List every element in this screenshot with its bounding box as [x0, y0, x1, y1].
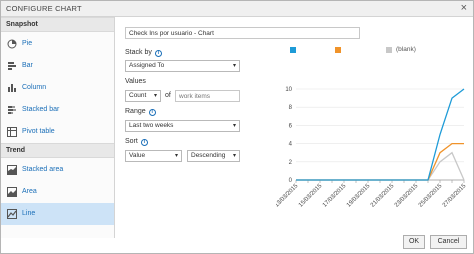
- sort-field-value: Value: [129, 152, 146, 159]
- legend-swatch: [290, 47, 296, 53]
- stack-by-select[interactable]: Assigned To ▾: [125, 60, 240, 72]
- sidebar-item-pivot-table[interactable]: Pivot table: [1, 121, 114, 143]
- y-tick-label: 8: [289, 105, 293, 111]
- y-tick-label: 0: [289, 178, 293, 184]
- line-chart-icon: [7, 209, 17, 219]
- sidebar-item-label: Pie: [22, 40, 33, 47]
- info-icon[interactable]: i: [140, 139, 148, 146]
- bar-chart-icon: [8, 62, 16, 70]
- sidebar-item-label: Area: [22, 188, 37, 195]
- sidebar-item-label: Line: [22, 210, 36, 217]
- x-tick-label: 21/03/2015: [370, 183, 396, 209]
- chart-config-panel: Stack byi Assigned To▾ Values Count▾ of …: [116, 17, 473, 238]
- chevron-down-icon: ▾: [174, 153, 178, 159]
- stack-by-label-text: Stack by: [125, 49, 152, 56]
- cancel-button[interactable]: Cancel: [430, 235, 467, 249]
- sidebar-item-stacked-bar[interactable]: Stacked bar: [1, 99, 114, 121]
- close-icon[interactable]: ×: [461, 2, 467, 14]
- sidebar-item-label: Column: [22, 84, 47, 91]
- column-chart-icon: [8, 84, 16, 92]
- dialog-title: CONFIGURE CHART: [6, 4, 82, 13]
- stack-by-value: Assigned To: [129, 62, 165, 69]
- values-aggregation-value: Count: [129, 92, 147, 99]
- chart-title-input[interactable]: [125, 27, 360, 39]
- chevron-down-icon: ▾: [232, 153, 236, 159]
- stacked-bar-icon: [8, 106, 16, 114]
- sidebar-item-area[interactable]: Area: [1, 181, 114, 203]
- sort-direction-select[interactable]: Descending ▾: [187, 150, 240, 162]
- pie-chart-icon: [7, 39, 17, 49]
- sidebar-item-label: Bar: [22, 62, 33, 69]
- values-label: Values: [125, 78, 146, 85]
- range-value: Last two weeks: [129, 122, 174, 129]
- x-tick-label: 19/03/2015: [346, 183, 372, 209]
- range-label-text: Range: [125, 108, 146, 115]
- legend-swatch: [335, 47, 341, 53]
- y-tick-label: 4: [289, 142, 293, 148]
- line-chart: 0 2 4 6 8 10 13/03/201515/03/201517/03/201519/…: [276, 87, 468, 209]
- x-tick-label: 23/03/2015: [394, 183, 420, 209]
- info-icon[interactable]: i: [148, 109, 156, 116]
- sidebar-item-pie[interactable]: Pie: [1, 33, 114, 55]
- sidebar-item-stacked-area[interactable]: Stacked area: [1, 159, 114, 181]
- y-tick-label: 6: [289, 123, 293, 129]
- sidebar-item-label: Pivot table: [22, 128, 55, 135]
- info-icon[interactable]: i: [154, 50, 162, 57]
- y-tick-label: 10: [285, 87, 292, 93]
- range-label: Range i: [125, 108, 156, 116]
- chevron-down-icon: ▾: [232, 123, 236, 129]
- sidebar-item-label: Stacked bar: [22, 106, 60, 113]
- sort-direction-value: Descending: [191, 152, 226, 159]
- chevron-down-icon: ▾: [232, 63, 236, 69]
- pivot-table-icon: [7, 127, 17, 137]
- x-tick-label: 25/03/2015: [418, 183, 444, 209]
- title-bar: CONFIGURE CHART ×: [1, 1, 473, 17]
- sidebar-item-column[interactable]: Column: [1, 77, 114, 99]
- values-field-input[interactable]: [175, 90, 240, 102]
- sort-field-select[interactable]: Value ▾: [125, 150, 182, 162]
- legend-label: (blank): [396, 46, 416, 53]
- x-tick-label: 17/03/2015: [322, 183, 348, 209]
- dialog-footer: OK Cancel: [1, 235, 473, 254]
- stacked-area-icon: [7, 165, 17, 175]
- x-tick-label: 15/03/2015: [298, 183, 324, 209]
- range-select[interactable]: Last two weeks ▾: [125, 120, 240, 132]
- x-tick-label: 27/03/2015: [442, 183, 468, 209]
- sidebar-item-line[interactable]: Line: [1, 203, 114, 225]
- sidebar-header-trend: Trend: [1, 143, 114, 158]
- stack-by-label: Stack by i: [125, 49, 162, 57]
- chart-type-sidebar: Snapshot Pie Bar Column Stacked bar Pivo…: [1, 17, 115, 238]
- sort-label: Sort i: [125, 138, 148, 146]
- sort-label-text: Sort: [125, 138, 138, 145]
- sidebar-item-bar[interactable]: Bar: [1, 55, 114, 77]
- ok-button[interactable]: OK: [403, 235, 425, 249]
- values-aggregation-select[interactable]: Count ▾: [125, 90, 161, 102]
- chevron-down-icon: ▾: [153, 93, 157, 99]
- configure-chart-dialog: CONFIGURE CHART × Snapshot Pie Bar Colum…: [0, 0, 474, 254]
- sidebar-header-snapshot: Snapshot: [1, 17, 114, 32]
- series-line: [296, 88, 465, 181]
- area-chart-icon: [7, 187, 17, 197]
- y-tick-label: 2: [289, 160, 293, 166]
- x-tick-label: 13/03/2015: [276, 183, 300, 209]
- sidebar-item-label: Stacked area: [22, 166, 64, 173]
- values-of-text: of: [165, 92, 171, 99]
- legend-swatch: [386, 47, 392, 53]
